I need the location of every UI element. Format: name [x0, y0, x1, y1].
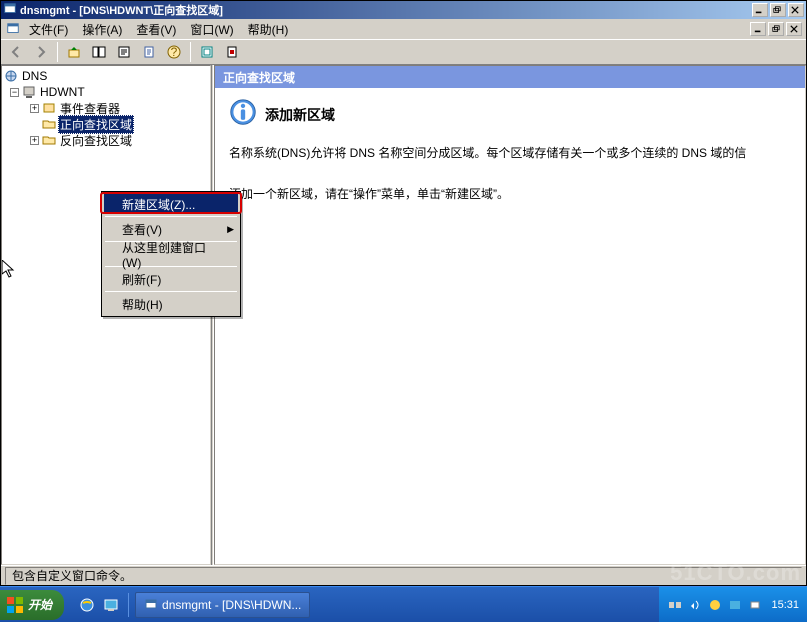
task-label: dnsmgmt - [DNS\HDWN...: [162, 598, 301, 612]
menu-file[interactable]: 文件(F): [23, 19, 74, 40]
info-icon: [229, 98, 257, 132]
statusbar: 包含自定义窗口命令。: [1, 565, 806, 585]
collapse-icon[interactable]: −: [10, 88, 19, 97]
system-tray: 15:31: [659, 587, 807, 622]
tray-icon-5[interactable]: [747, 597, 763, 613]
app-icon: [3, 2, 20, 19]
tray-icon-1[interactable]: [667, 597, 683, 613]
window-title: dnsmgmt - [DNS\HDWNT\正向查找区域]: [20, 2, 752, 18]
detail-pane: 正向查找区域 添加新区域 名称系统(DNS)允许将 DNS 名称空间分成区域。每…: [214, 65, 806, 565]
quick-launch: [70, 594, 128, 616]
desktop-icon[interactable]: [100, 594, 122, 616]
content-area: DNS − HDWNT + 事件查看器 正向查找区域: [1, 65, 806, 565]
book-icon: [42, 101, 56, 115]
stop-button[interactable]: [221, 41, 243, 63]
console-icon: [5, 21, 21, 37]
tree-label: HDWNT: [38, 85, 87, 99]
menu-view[interactable]: 查看(V) ▶: [104, 219, 238, 239]
forward-button[interactable]: [30, 41, 52, 63]
child-close-button[interactable]: [786, 22, 802, 36]
menu-item-label: 帮助(H): [122, 296, 163, 313]
taskbar-separator: [128, 593, 129, 617]
tray-icon-2[interactable]: [687, 597, 703, 613]
detail-heading: 添加新区域: [265, 104, 335, 126]
tree-root[interactable]: DNS: [2, 68, 210, 84]
windows-logo-icon: [6, 596, 24, 614]
menu-new-window[interactable]: 从这里创建窗口(W): [104, 244, 238, 264]
menu-separator: [105, 291, 237, 292]
menu-action[interactable]: 操作(A): [76, 19, 128, 40]
menu-refresh[interactable]: 刷新(F): [104, 269, 238, 289]
menu-item-label: 从这里创建窗口(W): [122, 239, 220, 270]
folder-icon: [42, 117, 56, 131]
dns-icon: [4, 69, 18, 83]
clock[interactable]: 15:31: [771, 599, 799, 611]
taskbar: 开始 dnsmgmt - [DNS\HDWN... 15:31: [0, 586, 807, 622]
mmc-icon: [144, 598, 158, 612]
export-button[interactable]: [138, 41, 160, 63]
start-label: 开始: [28, 596, 52, 613]
menu-help[interactable]: 帮助(H): [104, 294, 238, 314]
menubar: 文件(F) 操作(A) 查看(V) 窗口(W) 帮助(H): [1, 19, 806, 39]
menu-item-label: 查看(V): [122, 221, 162, 238]
task-dnsmgmt[interactable]: dnsmgmt - [DNS\HDWN...: [135, 592, 310, 618]
menu-view[interactable]: 查看(V): [130, 19, 182, 40]
tree-forward-zone[interactable]: 正向查找区域: [2, 116, 210, 132]
tree-label: 反向查找区域: [58, 132, 134, 149]
start-button[interactable]: 开始: [0, 590, 64, 620]
menu-window[interactable]: 窗口(W): [184, 19, 239, 40]
separator: [190, 42, 191, 62]
child-minimize-button[interactable]: [750, 22, 766, 36]
refresh-button[interactable]: [196, 41, 218, 63]
child-window-controls: [750, 22, 802, 36]
status-text: 包含自定义窗口命令。: [5, 567, 802, 585]
menu-separator: [105, 216, 237, 217]
server-icon: [22, 85, 36, 99]
menu-new-zone[interactable]: 新建区域(Z)...: [104, 194, 238, 214]
expand-icon[interactable]: +: [30, 136, 39, 145]
menu-item-label: 新建区域(Z)...: [122, 196, 195, 213]
tree-server[interactable]: − HDWNT: [2, 84, 210, 100]
detail-text-line1: 名称系统(DNS)允许将 DNS 名称空间分成区域。每个区域存储有关一个或多个连…: [229, 144, 791, 163]
detail-header: 正向查找区域: [215, 66, 805, 88]
child-restore-button[interactable]: [768, 22, 784, 36]
mmc-main-window: dnsmgmt - [DNS\HDWNT\正向查找区域] 文件(F) 操作(A)…: [0, 0, 807, 586]
separator: [57, 42, 58, 62]
detail-body: 添加新区域 名称系统(DNS)允许将 DNS 名称空间分成区域。每个区域存储有关…: [215, 88, 805, 223]
show-hide-button[interactable]: [88, 41, 110, 63]
tree-reverse-zone[interactable]: + 反向查找区域: [2, 132, 210, 148]
tray-icon-4[interactable]: [727, 597, 743, 613]
restore-button[interactable]: [770, 3, 786, 17]
tray-icon-3[interactable]: [707, 597, 723, 613]
up-button[interactable]: [63, 41, 85, 63]
help-button[interactable]: ?: [163, 41, 185, 63]
back-button[interactable]: [5, 41, 27, 63]
ie-icon[interactable]: [76, 594, 98, 616]
properties-button[interactable]: [113, 41, 135, 63]
close-button[interactable]: [788, 3, 804, 17]
detail-text-line2: 添加一个新区域，请在“操作”菜单，单击“新建区域”。: [229, 185, 791, 204]
minimize-button[interactable]: [752, 3, 768, 17]
folder-icon: [42, 133, 56, 147]
context-menu: 新建区域(Z)... 查看(V) ▶ 从这里创建窗口(W) 刷新(F) 帮助(H…: [101, 191, 241, 317]
submenu-arrow-icon: ▶: [227, 224, 234, 235]
expand-icon[interactable]: +: [30, 104, 39, 113]
tree-label: DNS: [20, 69, 49, 83]
toolbar: ?: [1, 39, 806, 65]
svg-text:?: ?: [171, 45, 178, 59]
window-controls: [752, 3, 804, 17]
menu-help[interactable]: 帮助(H): [242, 19, 295, 40]
menu-item-label: 刷新(F): [122, 271, 161, 288]
titlebar: dnsmgmt - [DNS\HDWNT\正向查找区域]: [1, 1, 806, 19]
